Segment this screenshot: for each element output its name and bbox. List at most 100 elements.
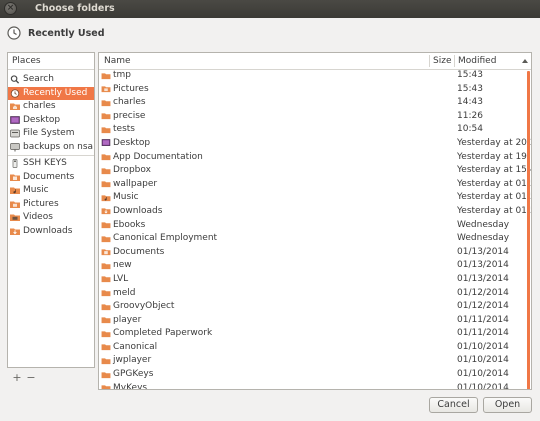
folder-icon <box>101 154 111 161</box>
file-name: Music <box>113 192 139 203</box>
sidebar-item-label: Pictures <box>23 198 59 209</box>
usb-drive-icon <box>12 159 18 168</box>
file-name: Ebooks <box>113 219 146 230</box>
file-name: precise <box>113 110 146 121</box>
file-row[interactable]: LVL 01/13/2014 <box>99 273 525 287</box>
file-row[interactable]: Music Yesterday at 01:54 <box>99 191 531 205</box>
cancel-button[interactable]: Cancel <box>429 397 478 413</box>
file-row[interactable]: MyKeys 01/10/2014 <box>99 382 525 390</box>
sidebar-item-desktop[interactable]: Desktop <box>8 114 94 128</box>
file-row[interactable]: GroovyObject 01/12/2014 <box>99 300 525 314</box>
folder-icon <box>101 113 111 120</box>
file-modified: 15:43 <box>457 83 483 94</box>
sidebar-item-label: Search <box>23 74 54 84</box>
sidebar-item-label: File System <box>23 128 75 138</box>
file-name: Documents <box>113 246 165 257</box>
file-row[interactable]: tmp 15:43 <box>99 69 525 83</box>
desktop-icon <box>10 115 20 124</box>
sidebar-item-music[interactable]: Music <box>8 184 94 198</box>
sidebar-item-videos[interactable]: Videos <box>8 211 94 225</box>
sort-arrow-icon <box>522 59 528 63</box>
folder-icon <box>101 100 111 106</box>
file-name: GroovyObject <box>113 301 175 312</box>
places-separator <box>8 155 94 156</box>
drive-icon <box>10 129 20 138</box>
file-modified: Yesterday at 01:53 <box>457 205 531 216</box>
file-name: GPGKeys <box>113 369 154 380</box>
music-folder-icon <box>10 187 20 194</box>
file-row[interactable]: meld 01/12/2014 <box>99 287 525 301</box>
sidebar-item-label: Downloads <box>23 225 73 236</box>
close-button[interactable]: × <box>4 2 17 15</box>
file-modified: 01/13/2014 <box>457 260 509 271</box>
sidebar-item-downloads[interactable]: Downloads <box>8 225 94 239</box>
sidebar-item-search[interactable]: Search <box>8 73 94 87</box>
file-modified: 10:54 <box>457 124 483 135</box>
file-name: Canonical <box>113 341 158 352</box>
file-modified: 11:26 <box>457 110 483 121</box>
file-modified: Yesterday at 01:59 <box>457 178 531 189</box>
sidebar-item-file-system[interactable]: File System <box>8 127 94 141</box>
file-row[interactable]: charles 14:43 <box>99 96 525 110</box>
file-row[interactable]: Downloads Yesterday at 01:53 <box>99 205 531 219</box>
file-row[interactable]: GPGKeys 01/10/2014 <box>99 368 525 382</box>
sidebar-item-documents[interactable]: Documents <box>8 171 94 185</box>
column-modified-header[interactable]: Modified <box>458 53 496 69</box>
sidebar-item-ssh-keys[interactable]: SSH KEYS <box>8 157 94 171</box>
file-row[interactable]: App Documentation Yesterday at 19:12 <box>99 151 531 165</box>
file-modified: Yesterday at 19:12 <box>457 151 531 162</box>
file-row[interactable]: Canonical Employment Wednesday <box>99 232 525 246</box>
file-modified: 14:43 <box>457 97 483 108</box>
pictures-folder-icon <box>101 86 111 93</box>
file-row[interactable]: jwplayer 01/10/2014 <box>99 354 525 368</box>
sidebar-item-recently-used[interactable]: Recently Used <box>8 86 94 100</box>
sidebar-item-pictures[interactable]: Pictures <box>8 198 94 212</box>
file-name: wallpaper <box>113 178 158 189</box>
places-header: Places <box>8 53 94 70</box>
add-bookmark-button[interactable]: + <box>10 372 24 384</box>
file-row[interactable]: player 01/11/2014 <box>99 314 525 328</box>
file-row[interactable]: Dropbox Yesterday at 15:43 <box>99 164 531 178</box>
places-sidebar: Places Search Recently Used charles Desktop… <box>7 52 95 368</box>
file-row[interactable]: tests 10:54 <box>99 123 525 137</box>
file-name: tests <box>113 124 135 135</box>
file-row[interactable]: Documents 01/13/2014 <box>99 246 525 260</box>
sidebar-item-label: backups on nsa… <box>23 141 94 152</box>
vertical-scrollbar[interactable] <box>527 71 530 389</box>
file-modified: 01/13/2014 <box>457 246 509 257</box>
folder-icon <box>101 290 111 297</box>
file-row[interactable]: Pictures 15:43 <box>99 83 525 97</box>
file-modified: 01/10/2014 <box>457 369 509 380</box>
remove-bookmark-button[interactable]: − <box>24 372 38 384</box>
file-modified: 01/10/2014 <box>457 382 509 390</box>
file-name: tmp <box>113 70 132 80</box>
sidebar-item-label: Recently Used <box>23 87 88 98</box>
file-row[interactable]: Completed Paperwork 01/11/2014 <box>99 327 525 341</box>
file-name: Pictures <box>113 83 149 94</box>
file-list-header: Name Size Modified <box>99 53 531 70</box>
folder-icon <box>101 331 111 337</box>
file-row[interactable]: Ebooks Wednesday <box>99 219 525 233</box>
file-row[interactable]: Desktop Yesterday at 20:24 <box>99 137 531 151</box>
column-name-header[interactable]: Name <box>104 53 131 69</box>
sidebar-item-backups-on-nsa[interactable]: backups on nsa… <box>8 141 94 155</box>
folder-icon <box>101 127 111 133</box>
open-button[interactable]: Open <box>483 397 532 413</box>
file-modified: Yesterday at 15:43 <box>457 165 531 176</box>
location-label: Recently Used <box>28 28 105 39</box>
downloads-folder-icon <box>10 228 20 235</box>
file-name: Completed Paperwork <box>113 328 213 339</box>
sidebar-item-label: SSH KEYS <box>23 158 67 168</box>
music-folder-icon <box>101 195 111 201</box>
file-modified: Yesterday at 01:54 <box>457 192 531 203</box>
file-row[interactable]: wallpaper Yesterday at 01:59 <box>99 178 531 192</box>
search-icon <box>10 75 20 84</box>
column-size-header[interactable]: Size <box>433 53 451 69</box>
file-name: charles <box>113 97 146 108</box>
sidebar-item-charles[interactable]: charles <box>8 100 94 114</box>
file-row[interactable]: Canonical 01/10/2014 <box>99 341 525 355</box>
folder-icon <box>101 317 111 324</box>
file-row[interactable]: precise 11:26 <box>99 110 525 124</box>
file-row[interactable]: new 01/13/2014 <box>99 259 525 273</box>
file-name: Desktop <box>113 137 151 148</box>
